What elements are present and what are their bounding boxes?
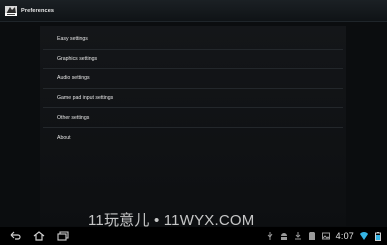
menu-item-easy-settings[interactable]: Easy settings bbox=[43, 30, 343, 50]
settings-list: Easy settings Graphics settings Audio se… bbox=[43, 30, 343, 148]
app-logo-icon[interactable] bbox=[4, 4, 18, 18]
menu-item-label: Easy settings bbox=[57, 36, 88, 43]
image-icon bbox=[321, 232, 330, 240]
menu-item-label: Audio settings bbox=[57, 75, 90, 82]
action-bar: Preferences bbox=[0, 0, 387, 22]
page-title: Preferences bbox=[21, 7, 55, 14]
menu-item-other-settings[interactable]: Other settings bbox=[43, 108, 343, 128]
sd-card-icon bbox=[308, 232, 316, 240]
menu-item-graphics-settings[interactable]: Graphics settings bbox=[43, 50, 343, 70]
menu-item-label: Game pad input settings bbox=[57, 95, 114, 102]
menu-item-about[interactable]: About bbox=[43, 128, 343, 148]
menu-item-label: Other settings bbox=[57, 114, 90, 121]
system-bar: 4:07 bbox=[0, 227, 387, 245]
battery-icon bbox=[374, 231, 382, 241]
wifi-icon bbox=[360, 232, 368, 240]
menu-item-audio-settings[interactable]: Audio settings bbox=[43, 69, 343, 89]
usb-icon bbox=[266, 232, 274, 240]
menu-item-label: About bbox=[57, 134, 71, 141]
android-debug-icon bbox=[280, 232, 288, 240]
download-icon bbox=[294, 232, 302, 240]
home-icon[interactable] bbox=[32, 229, 46, 243]
menu-item-label: Graphics settings bbox=[57, 55, 98, 62]
clock: 4:07 bbox=[335, 231, 354, 241]
menu-item-gamepad-input-settings[interactable]: Game pad input settings bbox=[43, 89, 343, 109]
back-icon[interactable] bbox=[8, 229, 22, 243]
status-area: 4:07 bbox=[266, 227, 382, 245]
screen: Preferences Easy settings Graphics setti… bbox=[0, 0, 387, 245]
recent-apps-icon[interactable] bbox=[56, 229, 70, 243]
